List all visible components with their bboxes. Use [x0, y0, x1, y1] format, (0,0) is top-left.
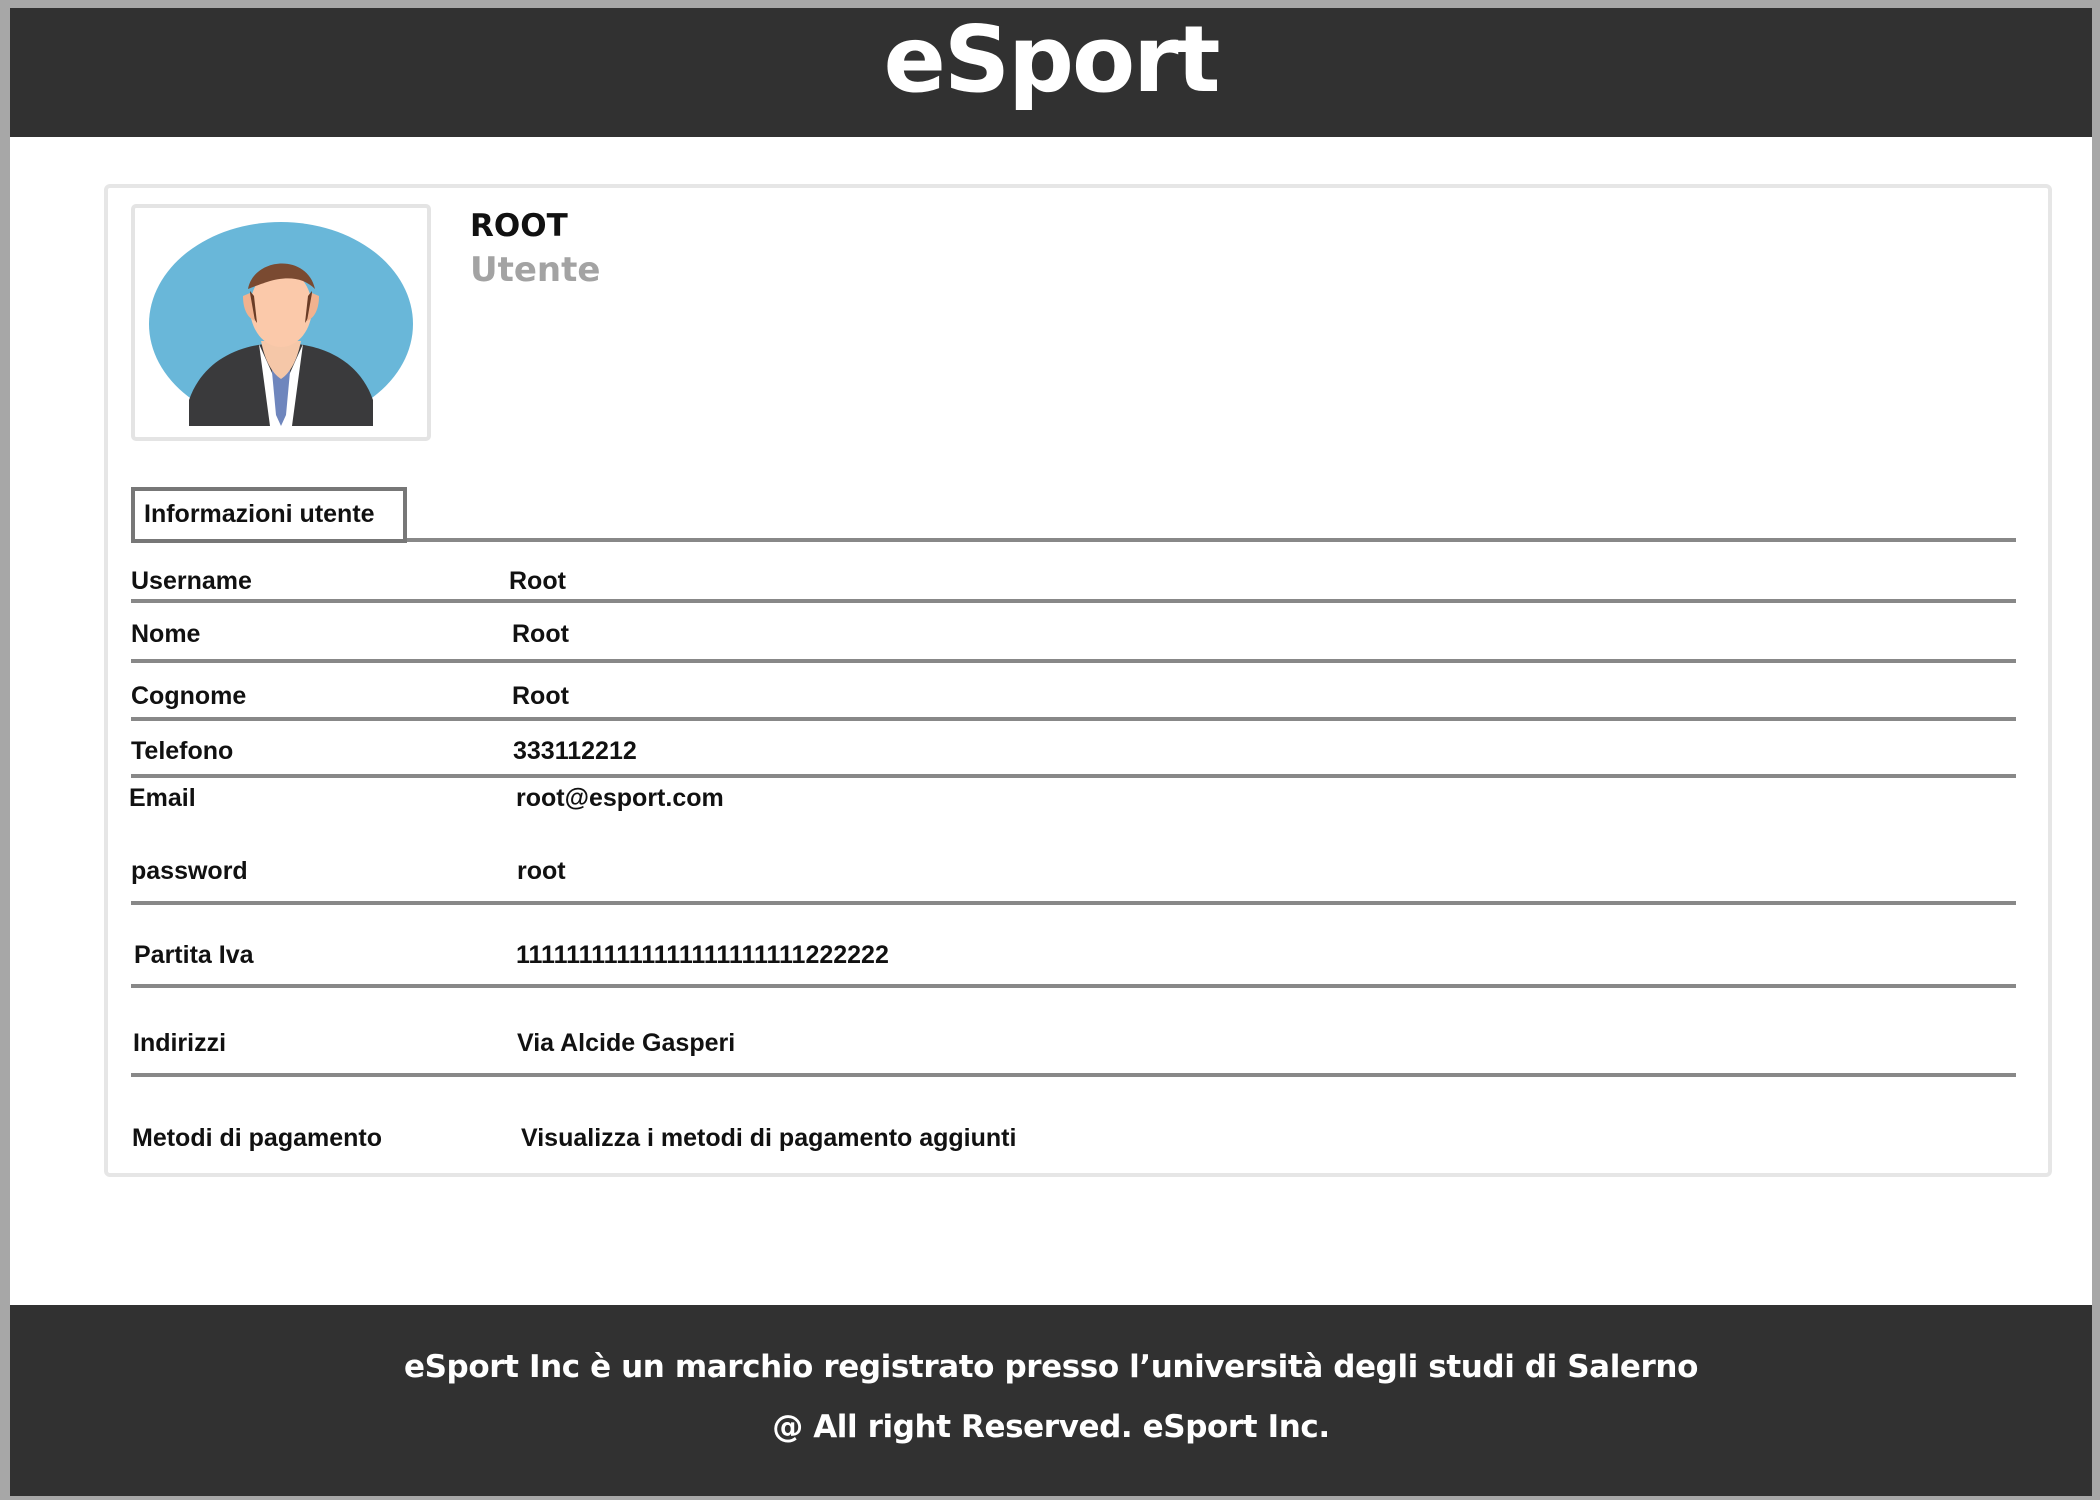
section-divider — [407, 538, 2016, 542]
metodi-pagamento-row: Metodi di pagamento Visualizza i metodi … — [131, 1120, 2016, 1160]
indirizzi-value: Via Alcide Gasperi — [517, 1029, 736, 1057]
nome-row: Nome Root — [131, 616, 2016, 656]
password-divider — [131, 901, 2016, 905]
footer-registration-text: eSport Inc è un marchio registrato press… — [404, 1349, 1698, 1385]
telefono-label: Telefono — [131, 737, 234, 765]
profile-role: Utente — [470, 250, 601, 290]
partita-iva-divider — [131, 984, 2016, 988]
indirizzi-row: Indirizzi Via Alcide Gasperi — [131, 1025, 2016, 1065]
telefono-row: Telefono 333112212 — [131, 733, 2016, 773]
cognome-value: Root — [512, 682, 569, 710]
partita-iva-row: Partita Iva 1111111111111111111111122222… — [131, 937, 2016, 977]
partita-iva-label: Partita Iva — [134, 941, 254, 969]
telefono-divider — [131, 774, 2016, 778]
profile-name: ROOT — [470, 208, 568, 244]
payment-methods-link[interactable]: Visualizza i metodi di pagamento aggiunt… — [521, 1124, 1016, 1153]
indirizzi-label: Indirizzi — [133, 1029, 227, 1057]
page-footer: eSport Inc è un marchio registrato press… — [10, 1305, 2092, 1496]
password-label: password — [131, 857, 248, 885]
username-divider — [131, 599, 2016, 603]
username-row: Username Root — [131, 563, 2016, 603]
footer-rights-text: @ All right Reserved. eSport Inc. — [772, 1409, 1330, 1445]
password-value: root — [517, 857, 566, 885]
user-info-tab[interactable]: Informazioni utente — [131, 487, 407, 543]
email-row: Email root@esport.com — [129, 780, 2016, 820]
username-value: Root — [509, 567, 566, 595]
cognome-row: Cognome Root — [131, 678, 2016, 718]
nome-divider — [131, 659, 2016, 663]
cognome-divider — [131, 717, 2016, 721]
brand-logo[interactable]: eSport — [10, 14, 2092, 106]
email-value: root@esport.com — [516, 784, 724, 812]
top-header: eSport — [10, 8, 2092, 137]
profile-avatar — [131, 204, 431, 441]
user-avatar-icon — [149, 222, 413, 426]
nome-label: Nome — [131, 620, 201, 648]
cognome-label: Cognome — [131, 682, 247, 710]
username-label: Username — [131, 567, 252, 595]
partita-iva-value: 11111111111111111111111222222 — [516, 941, 889, 969]
nome-value: Root — [512, 620, 569, 648]
indirizzi-divider — [131, 1073, 2016, 1077]
telefono-value: 333112212 — [513, 737, 637, 765]
email-label: Email — [129, 784, 196, 812]
metodi-pagamento-label: Metodi di pagamento — [132, 1124, 382, 1152]
password-row: password root — [131, 853, 2016, 893]
page-frame: eSport ROOT Utente Informazioni utente U… — [10, 8, 2092, 1496]
